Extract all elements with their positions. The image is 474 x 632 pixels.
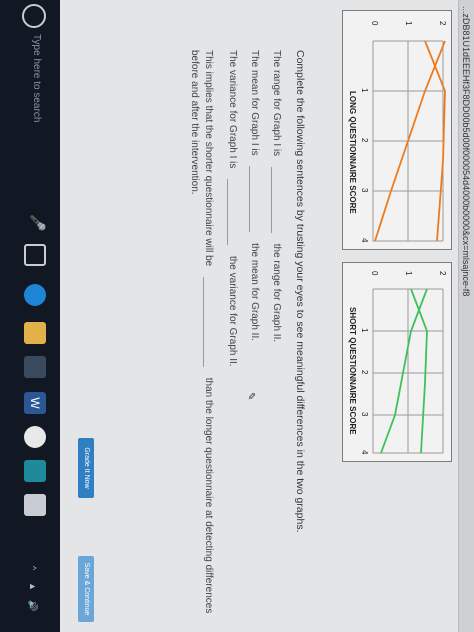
short-x-tick-2: 2 xyxy=(360,370,369,375)
mail-icon[interactable] xyxy=(24,494,46,516)
short-graph-plot xyxy=(372,288,444,454)
implication-sentence: This implies that the shorter questionna… xyxy=(203,50,214,613)
long-x-tick-1: 1 xyxy=(360,88,369,93)
long-y-tick-2: 2 xyxy=(438,21,447,26)
long-y-tick-1: 1 xyxy=(404,21,413,26)
implication-sentence-continued: before and after the intervention. xyxy=(189,50,200,195)
edge-icon[interactable] xyxy=(24,284,46,306)
variance-sentence: The variance for Graph I is the variance… xyxy=(227,50,238,367)
long-graph-plot xyxy=(372,40,446,242)
short-y-tick-2: 2 xyxy=(438,271,447,276)
mean-answer-blank[interactable] xyxy=(249,166,259,233)
range-sentence: The range for Graph I is the range for G… xyxy=(271,50,282,342)
short-graph-title: SHORT QUESTIONNAIRE SCORE xyxy=(348,307,357,435)
chrome-icon[interactable] xyxy=(24,426,46,448)
short-x-tick-1: 1 xyxy=(360,328,369,333)
long-y-tick-0: 0 xyxy=(370,21,379,26)
microphone-icon[interactable]: 🎤 xyxy=(24,212,46,234)
implication-answer-blank[interactable] xyxy=(203,277,213,367)
short-y-tick-1: 1 xyxy=(404,271,413,276)
range-sentence-start: The range for Graph I is xyxy=(271,50,282,157)
range-sentence-end: the range for Graph II. xyxy=(271,243,282,343)
assignment-page: 2 1 0 1 2 3 4 LONG QUESTIONNAIRE SCORE 2… xyxy=(60,0,458,632)
network-icon[interactable]: ▲ xyxy=(28,582,38,591)
range-answer-blank[interactable] xyxy=(271,166,281,233)
long-graph-title: LONG QUESTIONNAIRE SCORE xyxy=(348,91,357,214)
app-icon[interactable] xyxy=(24,460,46,482)
file-explorer-icon[interactable] xyxy=(24,322,46,344)
short-x-tick-4: 4 xyxy=(360,450,369,455)
variance-sentence-start: The variance for Graph I is xyxy=(227,50,238,169)
variance-sentence-end: the variance for Graph II. xyxy=(227,255,238,367)
variance-answer-blank[interactable] xyxy=(227,179,237,246)
mouse-pointer-icon: ✎ xyxy=(245,392,256,401)
short-graph-line-up xyxy=(410,288,428,454)
volume-icon[interactable]: 🔊 xyxy=(27,600,38,611)
taskbar-search-input[interactable]: Type here to search xyxy=(31,34,42,122)
short-x-tick-3: 3 xyxy=(360,412,369,417)
short-questionnaire-graph: 2 1 0 1 2 3 4 SHORT QUESTIONNAIRE SCORE xyxy=(342,262,452,462)
screen: ...zDB81U1dEEEHf3F8DD00b5d00f000054d4000… xyxy=(0,0,474,632)
address-bar[interactable]: ...zDB81U1dEEEHf3F8DD00b5d00f000054d4000… xyxy=(458,0,474,632)
long-questionnaire-graph: 2 1 0 1 2 3 4 LONG QUESTIONNAIRE SCORE xyxy=(342,10,452,250)
mean-sentence-end: the mean for Graph II. xyxy=(249,243,260,341)
instructions: Complete the following sentences by trus… xyxy=(294,50,306,533)
long-x-tick-2: 2 xyxy=(360,138,369,143)
implication-sentence-end: than the longer questionnaire at detecti… xyxy=(203,377,214,614)
long-x-tick-4: 4 xyxy=(360,238,369,243)
short-y-tick-0: 0 xyxy=(370,271,379,276)
taskbar: Type here to search 🎤 W ^ ▲ 🔊 xyxy=(0,0,60,632)
address-bar-text: ...zDB81U1dEEEHf3F8DD00b5d00f000054d4000… xyxy=(461,6,471,297)
long-x-tick-3: 3 xyxy=(360,188,369,193)
mean-sentence-start: The mean for Graph I is xyxy=(249,50,260,156)
mean-sentence: The mean for Graph I is the mean for Gra… xyxy=(249,50,260,341)
store-icon[interactable] xyxy=(24,356,46,378)
word-icon[interactable]: W xyxy=(24,392,46,414)
chevron-up-icon[interactable]: ^ xyxy=(28,566,38,570)
task-view-icon[interactable] xyxy=(24,244,46,266)
cortana-icon[interactable] xyxy=(22,4,46,28)
implication-sentence-start: This implies that the shorter questionna… xyxy=(203,50,214,267)
grade-it-now-button[interactable]: Grade It Now xyxy=(78,438,94,498)
save-continue-button[interactable]: Save & Continue xyxy=(78,556,94,622)
